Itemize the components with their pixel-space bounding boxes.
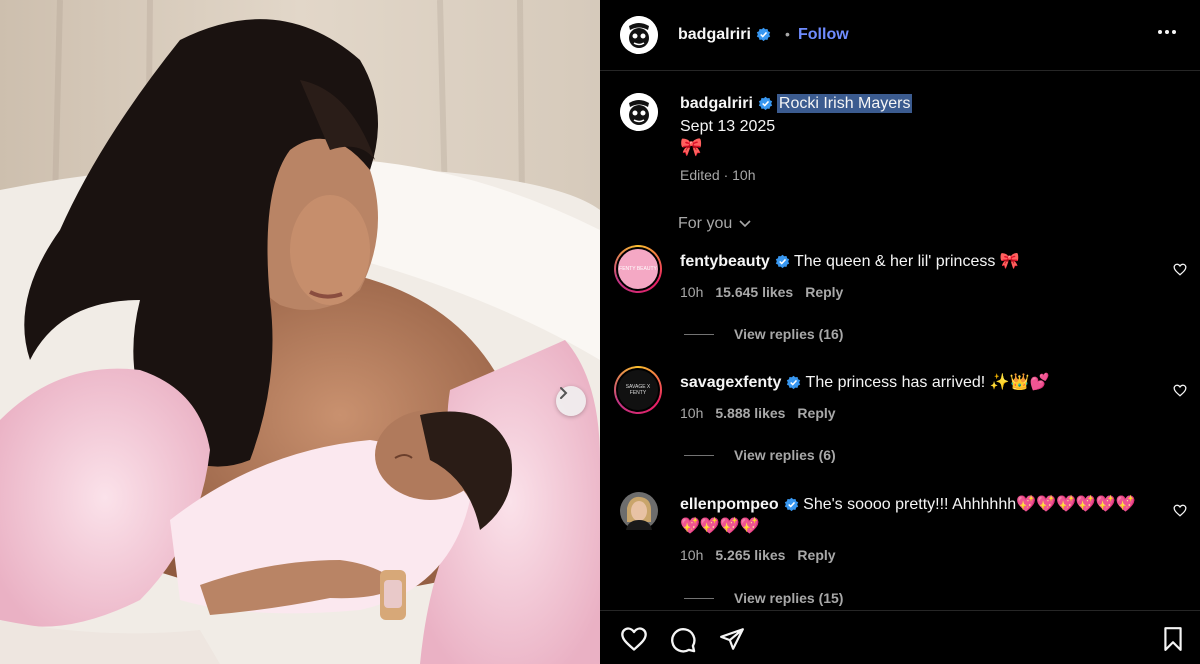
author-avatar-image bbox=[620, 16, 658, 54]
more-options-icon[interactable] bbox=[1158, 30, 1176, 34]
post-action-bar bbox=[600, 610, 1200, 664]
comment-body: ellenpompeo She's soooo pretty!!! Ahhhhh… bbox=[680, 494, 1150, 538]
share-icon[interactable] bbox=[719, 626, 745, 652]
post-side-panel: badgalriri • Follow badgalriri Rocki Iris… bbox=[600, 0, 1200, 664]
view-replies-line bbox=[684, 454, 714, 456]
post-header: badgalriri • Follow bbox=[600, 0, 1200, 71]
view-replies-line bbox=[684, 597, 714, 599]
comment-meta: 10h 5.265 likes Reply bbox=[680, 547, 836, 563]
reply-button[interactable]: Reply bbox=[805, 284, 843, 300]
chevron-down-icon bbox=[739, 220, 751, 228]
follow-button[interactable]: Follow bbox=[798, 26, 849, 44]
verified-badge-icon bbox=[787, 376, 801, 390]
verified-badge-icon bbox=[784, 498, 798, 512]
comment-time: 10h bbox=[680, 405, 704, 421]
comment-body: savagexfenty The princess has arrived! ✨… bbox=[680, 372, 1150, 394]
comment-time: 10h bbox=[680, 284, 704, 300]
comment-likes[interactable]: 15.645 likes bbox=[715, 284, 793, 300]
verified-badge-icon bbox=[775, 255, 789, 269]
comment-avatar[interactable]: FENTY BEAUTY bbox=[614, 245, 662, 293]
comment-icon[interactable] bbox=[669, 626, 697, 654]
post-image bbox=[0, 0, 600, 664]
comment-username[interactable]: savagexfenty bbox=[680, 374, 781, 391]
next-image-button[interactable] bbox=[556, 386, 586, 416]
comment-body: fentybeauty The queen & her lil' princes… bbox=[680, 251, 1150, 273]
view-replies-button[interactable]: View replies (6) bbox=[684, 447, 836, 463]
caption-username[interactable]: badgalriri bbox=[680, 95, 753, 112]
comment-username[interactable]: ellenpompeo bbox=[680, 496, 779, 513]
reply-button[interactable]: Reply bbox=[797, 405, 835, 421]
bookmark-icon[interactable] bbox=[1161, 626, 1185, 652]
caption-date: Sept 13 2025 bbox=[680, 118, 776, 135]
comment-text: The queen & her lil' princess 🎀 bbox=[793, 253, 1020, 270]
verified-badge-icon bbox=[756, 28, 771, 42]
post-photo bbox=[0, 0, 600, 664]
comments-filter-label: For you bbox=[678, 215, 733, 232]
comment-username[interactable]: fentybeauty bbox=[680, 253, 770, 270]
like-comment-heart-icon[interactable] bbox=[1173, 263, 1187, 276]
comment-meta: 10h 5.888 likes Reply bbox=[680, 405, 836, 421]
view-replies-label: View replies (6) bbox=[734, 447, 836, 463]
author-username[interactable]: badgalriri bbox=[678, 26, 771, 44]
comment-text: The princess has arrived! ✨👑💕 bbox=[805, 374, 1050, 391]
comments-filter-dropdown[interactable]: For you bbox=[678, 215, 752, 233]
like-comment-heart-icon[interactable] bbox=[1173, 384, 1187, 397]
author-avatar[interactable] bbox=[620, 16, 658, 54]
comment-avatar[interactable] bbox=[620, 492, 658, 530]
view-replies-label: View replies (15) bbox=[734, 590, 844, 606]
reply-button[interactable]: Reply bbox=[797, 547, 835, 563]
view-replies-line bbox=[684, 333, 714, 335]
caption-author-avatar[interactable] bbox=[620, 93, 658, 131]
comment-meta: 10h 15.645 likes Reply bbox=[680, 284, 843, 300]
comment-avatar-image bbox=[620, 492, 658, 530]
next-arrow-icon bbox=[560, 387, 568, 399]
comment-time: 10h bbox=[680, 547, 704, 563]
author-username-text[interactable]: badgalriri bbox=[678, 26, 751, 43]
view-replies-label: View replies (16) bbox=[734, 326, 844, 342]
caption-author-avatar-image bbox=[620, 93, 658, 131]
comment-likes[interactable]: 5.888 likes bbox=[715, 405, 785, 421]
comment-avatar-image: SAVAGE X FENTY bbox=[616, 368, 660, 412]
header-separator: • bbox=[785, 26, 790, 42]
comment-likes[interactable]: 5.265 likes bbox=[715, 547, 785, 563]
caption-meta: Edited · 10h bbox=[680, 167, 756, 183]
caption-highlighted-text: Rocki Irish Mayers bbox=[776, 94, 913, 113]
like-comment-heart-icon[interactable] bbox=[1173, 504, 1187, 517]
caption-line: badgalriri Rocki Irish Mayers bbox=[680, 94, 913, 113]
view-replies-button[interactable]: View replies (15) bbox=[684, 590, 843, 606]
view-replies-button[interactable]: View replies (16) bbox=[684, 326, 843, 342]
caption-emoji: 🎀 bbox=[680, 137, 703, 157]
verified-badge-icon bbox=[758, 97, 773, 111]
comment-avatar-image: FENTY BEAUTY bbox=[616, 247, 660, 291]
comment-avatar[interactable]: SAVAGE X FENTY bbox=[614, 366, 662, 414]
heart-icon[interactable] bbox=[620, 626, 648, 652]
